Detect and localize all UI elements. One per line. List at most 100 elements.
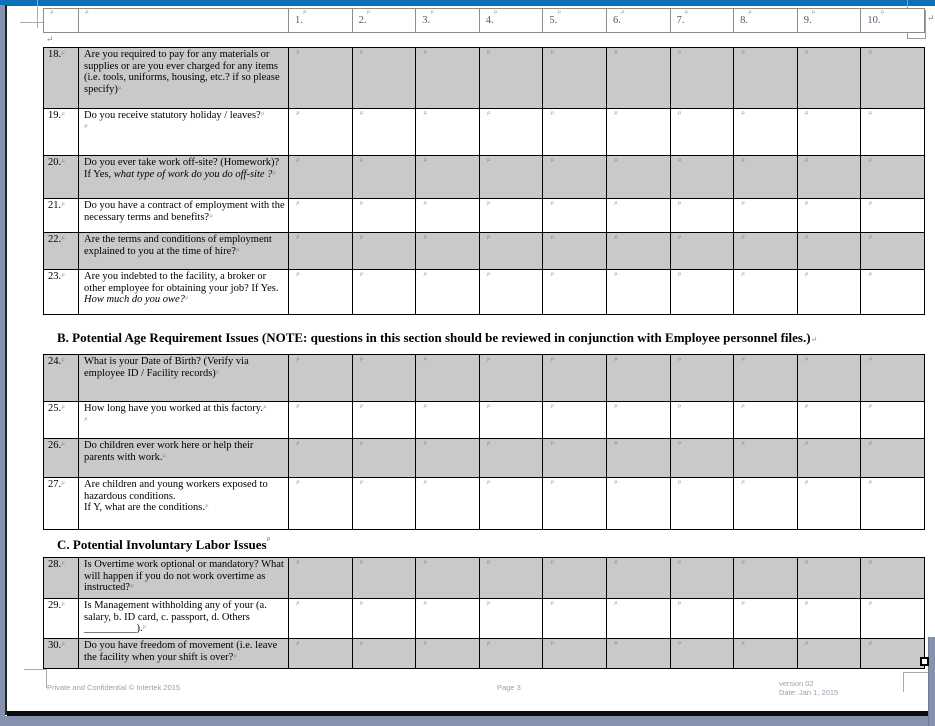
answer-cell[interactable]: .¤ — [607, 156, 671, 198]
question-text-cell[interactable]: Is Management withholding any of your (a… — [79, 599, 289, 638]
answer-cell[interactable]: .¤ — [607, 599, 671, 638]
answer-cell[interactable]: .¤ — [861, 109, 924, 155]
answer-cell[interactable]: .¤ — [480, 599, 544, 638]
answer-cell[interactable]: .¤ — [543, 402, 607, 438]
answer-cell[interactable]: .¤ — [480, 156, 544, 198]
answer-cell[interactable]: .¤ — [416, 355, 480, 401]
answer-cell[interactable]: .¤ — [671, 109, 735, 155]
answer-cell[interactable]: .¤ — [480, 355, 544, 401]
answer-cell[interactable]: .¤ — [734, 156, 798, 198]
answer-cell[interactable]: .¤ — [543, 599, 607, 638]
answer-cell[interactable]: .¤ — [353, 439, 417, 477]
answer-cell[interactable]: .¤ — [480, 199, 544, 232]
answer-cell[interactable]: .¤ — [607, 439, 671, 477]
answer-cell[interactable]: .¤ — [416, 156, 480, 198]
answer-cell[interactable]: .¤ — [607, 639, 671, 668]
answer-cell[interactable]: .¤ — [798, 402, 862, 438]
answer-cell[interactable]: .¤ — [861, 402, 924, 438]
answer-cell[interactable]: .¤ — [734, 355, 798, 401]
answer-cell[interactable]: .¤ — [416, 109, 480, 155]
answer-cell[interactable]: .¤ — [543, 270, 607, 314]
answer-cell[interactable]: .¤ — [480, 639, 544, 668]
answer-cell[interactable]: .¤ — [607, 233, 671, 269]
answer-cell[interactable]: .¤ — [671, 439, 735, 477]
answer-cell[interactable]: .¤ — [480, 270, 544, 314]
answer-cell[interactable]: .¤ — [607, 558, 671, 598]
answer-cell[interactable]: .¤ — [289, 156, 353, 198]
answer-cell[interactable]: .¤ — [734, 199, 798, 232]
answer-cell[interactable]: .¤ — [798, 270, 862, 314]
answer-cell[interactable]: .¤ — [543, 639, 607, 668]
answer-cell[interactable]: .¤ — [353, 156, 417, 198]
answer-cell[interactable]: .¤ — [671, 199, 735, 232]
answer-cell[interactable]: .¤ — [734, 558, 798, 598]
answer-cell[interactable]: .¤ — [798, 439, 862, 477]
answer-cell[interactable]: .¤ — [480, 233, 544, 269]
answer-cell[interactable]: .¤ — [416, 48, 480, 108]
answer-cell[interactable]: .¤ — [861, 48, 924, 108]
answer-cell[interactable]: .¤ — [289, 402, 353, 438]
answer-cell[interactable]: .¤ — [734, 48, 798, 108]
answer-cell[interactable]: .¤ — [671, 355, 735, 401]
answer-cell[interactable]: .¤ — [289, 109, 353, 155]
answer-cell[interactable]: .¤ — [480, 478, 544, 529]
answer-cell[interactable]: .¤ — [798, 156, 862, 198]
answer-cell[interactable]: .¤ — [543, 233, 607, 269]
answer-cell[interactable]: .¤ — [416, 439, 480, 477]
answer-cell[interactable]: .¤ — [734, 402, 798, 438]
answer-cell[interactable]: .¤ — [416, 639, 480, 668]
answer-cell[interactable]: .¤ — [861, 599, 924, 638]
answer-cell[interactable]: .¤ — [798, 639, 862, 668]
answer-cell[interactable]: .¤ — [289, 199, 353, 232]
answer-cell[interactable]: .¤ — [607, 48, 671, 108]
answer-cell[interactable]: .¤ — [671, 639, 735, 668]
answer-cell[interactable]: .¤ — [289, 233, 353, 269]
answer-cell[interactable]: .¤ — [861, 478, 924, 529]
answer-cell[interactable]: .¤ — [353, 199, 417, 232]
question-text-cell[interactable]: Are you indebted to the facility, a brok… — [79, 270, 289, 314]
answer-cell[interactable]: .¤ — [798, 599, 862, 638]
answer-cell[interactable]: .¤ — [798, 558, 862, 598]
answer-cell[interactable]: .¤ — [480, 558, 544, 598]
answer-cell[interactable]: .¤ — [353, 270, 417, 314]
answer-cell[interactable]: .¤ — [353, 478, 417, 529]
answer-cell[interactable]: .¤ — [480, 402, 544, 438]
answer-cell[interactable]: .¤ — [543, 439, 607, 477]
answer-cell[interactable]: .¤ — [416, 402, 480, 438]
answer-cell[interactable]: .¤ — [289, 599, 353, 638]
answer-cell[interactable]: .¤ — [861, 355, 924, 401]
answer-cell[interactable]: .¤ — [289, 48, 353, 108]
answer-cell[interactable]: .¤ — [607, 270, 671, 314]
answer-cell[interactable]: .¤ — [861, 270, 924, 314]
question-text-cell[interactable]: Are you required to pay for any material… — [79, 48, 289, 108]
answer-cell[interactable]: .¤ — [734, 478, 798, 529]
answer-cell[interactable]: .¤ — [798, 233, 862, 269]
answer-cell[interactable]: .¤ — [798, 478, 862, 529]
table-resize-handle[interactable] — [920, 657, 929, 666]
answer-cell[interactable]: .¤ — [353, 402, 417, 438]
answer-cell[interactable]: .¤ — [289, 478, 353, 529]
answer-cell[interactable]: .¤ — [543, 48, 607, 108]
answer-cell[interactable]: .¤ — [416, 270, 480, 314]
answer-cell[interactable]: .¤ — [480, 439, 544, 477]
answer-cell[interactable]: .¤ — [416, 558, 480, 598]
question-text-cell[interactable]: Is Overtime work optional or mandatory? … — [79, 558, 289, 598]
answer-cell[interactable]: .¤ — [416, 599, 480, 638]
answer-cell[interactable]: .¤ — [480, 48, 544, 108]
question-text-cell[interactable]: Do you have freedom of movement (i.e. le… — [79, 639, 289, 668]
answer-cell[interactable]: .¤ — [543, 109, 607, 155]
answer-cell[interactable]: .¤ — [543, 558, 607, 598]
answer-cell[interactable]: .¤ — [734, 599, 798, 638]
question-text-cell[interactable]: Are children and young workers exposed t… — [79, 478, 289, 529]
answer-cell[interactable]: .¤ — [861, 639, 924, 668]
answer-cell[interactable]: .¤ — [671, 402, 735, 438]
answer-cell[interactable]: .¤ — [353, 639, 417, 668]
answer-cell[interactable]: .¤ — [543, 156, 607, 198]
answer-cell[interactable]: .¤ — [353, 599, 417, 638]
question-text-cell[interactable]: What is your Date of Birth? (Verify via … — [79, 355, 289, 401]
answer-cell[interactable]: .¤ — [671, 156, 735, 198]
horizontal-scrollbar[interactable] — [0, 716, 935, 726]
answer-cell[interactable]: .¤ — [671, 599, 735, 638]
answer-cell[interactable]: .¤ — [289, 439, 353, 477]
answer-cell[interactable]: .¤ — [798, 199, 862, 232]
